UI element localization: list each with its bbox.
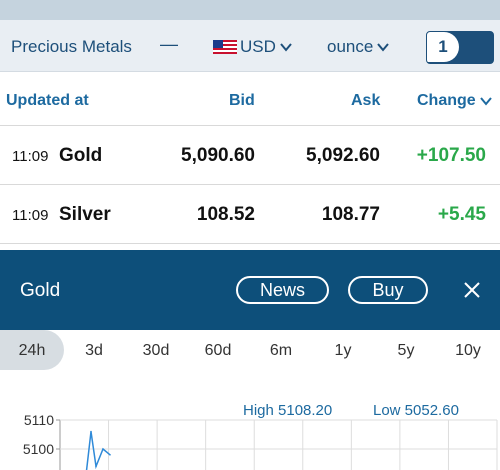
price-chart: High 5108.20 Low 5052.60 5110 5100 [0,372,500,470]
currency-selector[interactable]: USD [213,37,293,57]
tab-3d[interactable]: 3d [72,342,116,360]
tab-30d[interactable]: 30d [134,342,178,360]
header-change: Change [417,92,476,109]
row-change: +107.50 [416,145,486,166]
y-tick-label: 5110 [24,412,54,428]
y-tick-label: 5100 [23,441,54,457]
tab-5y[interactable]: 5y [384,342,428,360]
table-row[interactable]: 11:09 Silver 108.52 108.77 +5.45 [0,185,500,244]
row-change: +5.45 [437,204,486,225]
price-series-line [85,431,111,470]
row-bid: 108.52 [196,204,255,225]
unit-label: ounce [327,37,374,56]
tab-60d[interactable]: 60d [196,342,240,360]
toolbar: Precious Metals — USD ounce 1 [0,20,500,72]
unit-selector[interactable]: ounce [327,37,390,57]
row-time: 11:09 [12,207,49,224]
dash-separator: — [160,34,178,54]
price-point [95,465,97,468]
header-bid: Bid [229,92,255,109]
tab-10y[interactable]: 10y [446,342,490,360]
detail-panel-header: Gold News Buy [0,250,500,330]
tab-24h[interactable]: 24h [0,342,64,360]
row-time: 11:09 [12,148,49,165]
header-ask: Ask [351,92,381,109]
category-selector[interactable]: Precious Metals [11,37,132,57]
table-row[interactable]: 11:09 Gold 5,090.60 5,092.60 +107.50 [0,126,500,185]
row-ask: 5,092.60 [306,145,380,166]
chevron-down-icon [377,43,390,52]
sort-change-button[interactable]: Change [417,92,493,110]
price-point [90,430,92,433]
close-icon[interactable] [462,280,482,300]
currency-label: USD [240,37,276,56]
tab-1y[interactable]: 1y [321,342,365,360]
price-point [109,454,111,456]
detail-title: Gold [20,280,61,301]
chevron-down-icon [280,43,292,52]
price-point [102,448,104,450]
tab-6m[interactable]: 6m [259,342,303,360]
table-header: Updated at Bid Ask Change [0,72,500,126]
quantity-input[interactable]: 1 [426,31,494,64]
header-updated: Updated at [6,92,89,109]
row-ask: 108.77 [321,204,380,225]
row-name: Gold [59,145,103,166]
us-flag-icon [213,40,237,54]
quantity-value: 1 [427,32,459,62]
buy-button[interactable]: Buy [348,276,428,304]
row-name: Silver [59,204,111,225]
row-bid: 5,090.60 [181,145,255,166]
chevron-down-icon [479,97,492,106]
news-button[interactable]: News [236,276,329,304]
range-tabs: 24h 3d 30d 60d 6m 1y 5y 10y [0,330,500,372]
status-strip [0,0,500,20]
chart-plot: 5110 5100 [23,412,498,470]
